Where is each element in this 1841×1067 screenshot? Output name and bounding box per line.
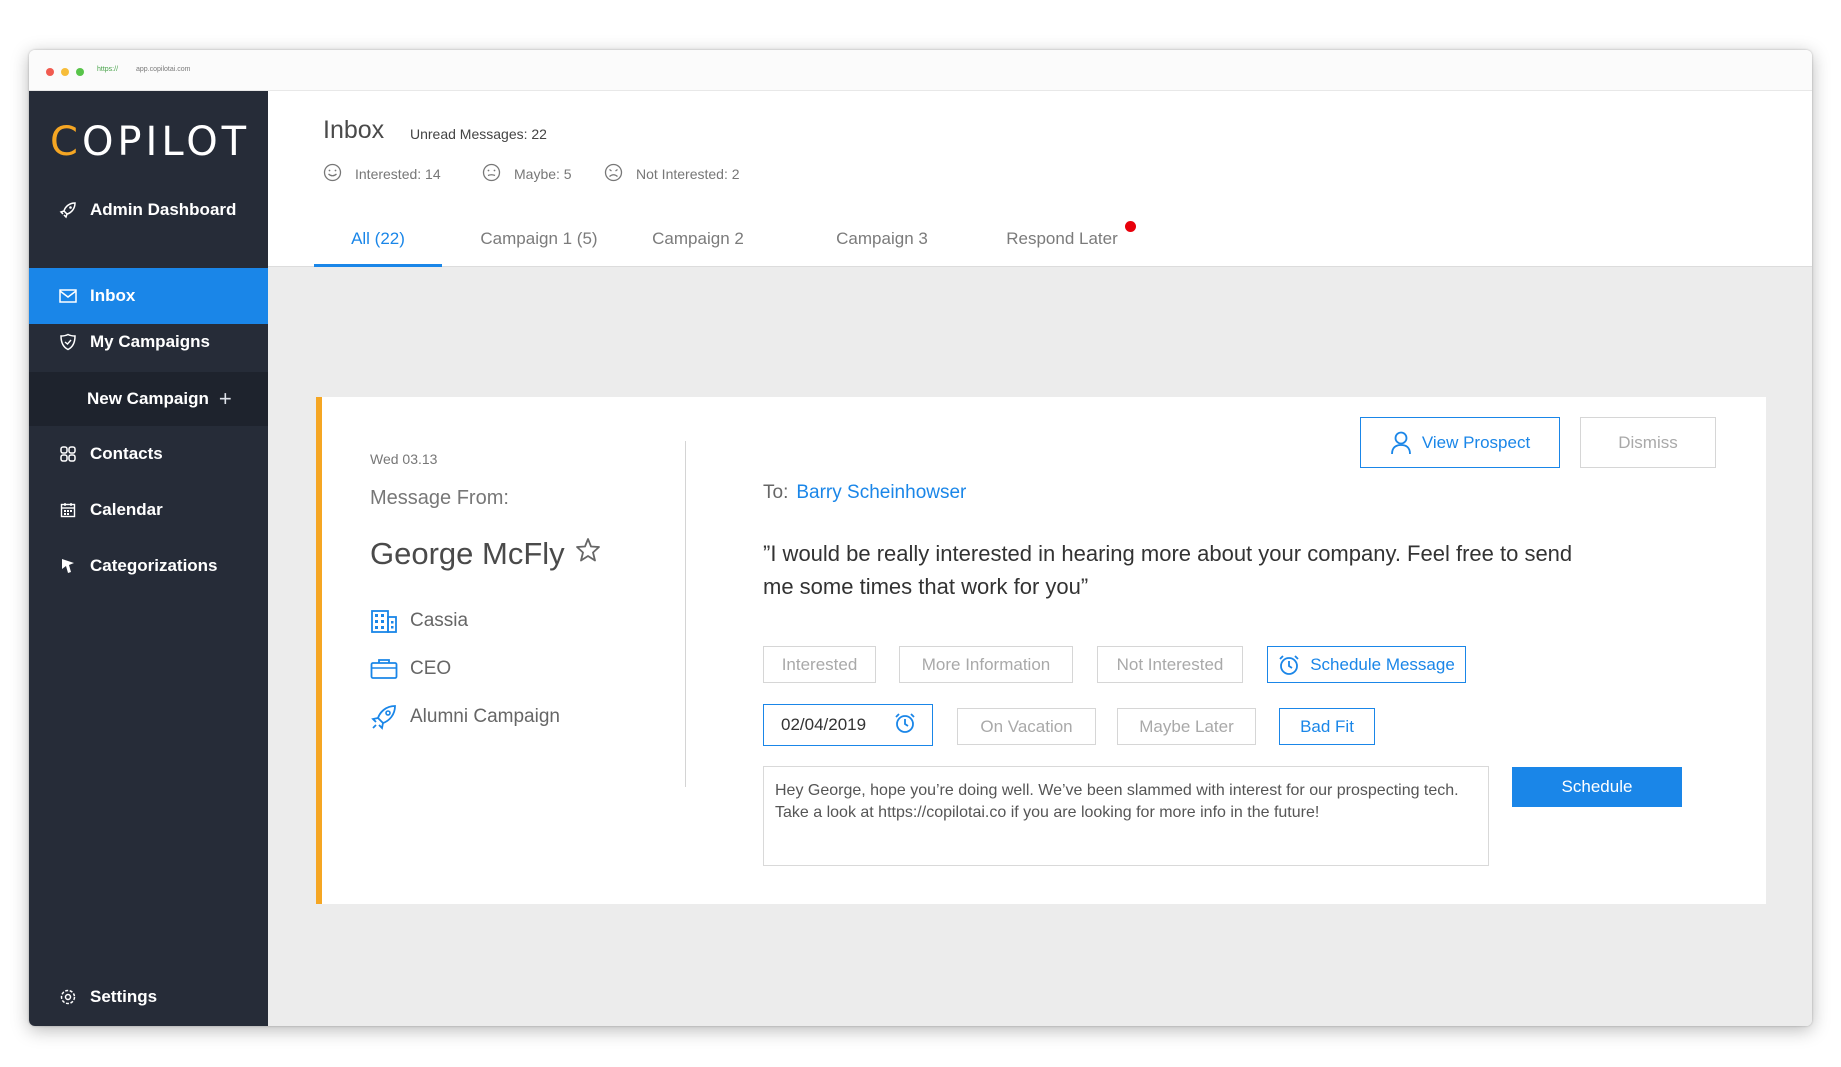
rocket-icon [58, 200, 78, 220]
maximize-window-button[interactable] [76, 68, 84, 76]
sidebar-item-label: Inbox [90, 286, 136, 305]
stat-label: Interested: 14 [355, 166, 441, 182]
stat-label: Not Interested: 2 [636, 166, 740, 182]
interested-button[interactable]: Interested [763, 646, 876, 683]
new-campaign-label: New Campaign [87, 389, 209, 408]
sender-title: CEO [370, 655, 451, 683]
job-title: CEO [410, 658, 452, 679]
schedule-message-label: Schedule Message [1310, 654, 1455, 674]
not-interested-button[interactable]: Not Interested [1097, 646, 1243, 683]
bad-fit-button[interactable]: Bad Fit [1279, 708, 1375, 745]
logo-rest: OPILOT [81, 119, 251, 165]
alarm-clock-icon[interactable] [894, 712, 916, 739]
rocket-icon [370, 703, 398, 731]
sender-name-text: George McFly [370, 536, 565, 571]
shield-icon [58, 332, 78, 352]
sidebar-item-contacts[interactable]: Contacts [29, 426, 268, 482]
sidebar-item-settings[interactable]: Settings [29, 969, 268, 1025]
schedule-date-picker[interactable]: 02/04/2019 [763, 704, 933, 746]
smile-icon [323, 163, 342, 185]
frown-icon [604, 163, 623, 185]
sidebar: COPILOT Admin Dashboard Inbox My Campaig… [29, 91, 268, 1026]
sidebar-item-admin-dashboard[interactable]: Admin Dashboard [29, 182, 268, 238]
sidebar-item-label: Categorizations [90, 556, 218, 575]
building-icon [370, 607, 398, 635]
sidebar-item-my-campaigns[interactable]: My Campaigns [29, 314, 268, 370]
plus-icon: + [218, 386, 232, 411]
url-protocol[interactable]: https:// [97, 66, 118, 73]
stat-interested: Interested: 14 [323, 163, 441, 185]
sender-name: George McFly [370, 536, 602, 572]
minimize-window-button[interactable] [61, 68, 69, 76]
dismiss-button[interactable]: Dismiss [1580, 417, 1716, 468]
neutral-face-icon [482, 163, 501, 185]
user-icon [1390, 431, 1412, 455]
briefcase-icon [370, 655, 398, 683]
sender-company: Cassia [370, 607, 468, 635]
notification-dot [1125, 221, 1136, 232]
unread-count: Unread Messages: 22 [410, 126, 547, 142]
schedule-button[interactable]: Schedule [1512, 767, 1682, 807]
tab-campaign-3[interactable]: Campaign 3 [818, 226, 946, 267]
calendar-icon [58, 500, 78, 520]
schedule-date-value: 02/04/2019 [781, 715, 867, 734]
message-from-label: Message From: [370, 487, 509, 509]
browser-window: https:// app.copilotai.com COPILOT Admin… [29, 50, 1812, 1026]
tab-campaign-1[interactable]: Campaign 1 (5) [471, 226, 607, 267]
view-prospect-label: View Prospect [1421, 432, 1531, 452]
stat-maybe: Maybe: 5 [482, 163, 572, 185]
sidebar-item-label: Admin Dashboard [90, 200, 237, 219]
maybe-later-button[interactable]: Maybe Later [1117, 708, 1256, 745]
sidebar-item-label: Settings [90, 987, 158, 1006]
sidebar-item-label: Contacts [90, 444, 163, 463]
view-prospect-button[interactable]: View Prospect [1360, 417, 1560, 468]
envelope-icon [58, 286, 78, 306]
message-card: Wed 03.13 Message From: George McFly Cas… [316, 397, 1766, 904]
campaign-name: Alumni Campaign [410, 706, 560, 727]
star-icon[interactable] [574, 536, 602, 572]
sidebar-item-label: Calendar [90, 500, 163, 519]
on-vacation-button[interactable]: On Vacation [957, 708, 1096, 745]
message-quote: ”I would be really interested in hearing… [763, 541, 1573, 599]
message-date: Wed 03.13 [370, 451, 438, 467]
browser-chrome: https:// app.copilotai.com [29, 50, 1812, 91]
tab-all[interactable]: All (22) [314, 226, 442, 267]
recipient-line: To: Barry Scheinhowser [763, 482, 966, 504]
company-name: Cassia [410, 610, 469, 631]
sidebar-item-categorizations[interactable]: Categorizations [29, 538, 268, 594]
logo-first-letter: C [50, 119, 82, 165]
reply-textarea[interactable]: Hey George, hope you’re doing well. We’v… [763, 766, 1489, 866]
to-label: To: [763, 482, 789, 503]
card-divider [685, 441, 686, 787]
close-window-button[interactable] [46, 68, 54, 76]
tab-campaign-2[interactable]: Campaign 2 [634, 226, 762, 267]
gear-icon [58, 987, 78, 1007]
stat-not-interested: Not Interested: 2 [604, 163, 740, 185]
page-title: Inbox [323, 116, 385, 144]
pin-icon [58, 556, 78, 576]
copilot-logo[interactable]: COPILOT [50, 119, 250, 165]
stat-label: Maybe: 5 [514, 166, 572, 182]
sidebar-item-label: My Campaigns [90, 332, 210, 351]
url-host[interactable]: app.copilotai.com [136, 66, 190, 73]
alarm-clock-icon [1278, 654, 1300, 676]
recipient-name[interactable]: Barry Scheinhowser [796, 482, 966, 503]
sidebar-item-calendar[interactable]: Calendar [29, 482, 268, 538]
sender-campaign: Alumni Campaign [370, 703, 560, 731]
main-content: Inbox Unread Messages: 22 Interested: 14… [268, 91, 1812, 1026]
sidebar-item-new-campaign[interactable]: New Campaign + [29, 372, 268, 426]
more-information-button[interactable]: More Information [899, 646, 1073, 683]
inbox-header: Inbox Unread Messages: 22 Interested: 14… [268, 91, 1812, 267]
tab-respond-later[interactable]: Respond Later [994, 226, 1130, 267]
schedule-message-button[interactable]: Schedule Message [1267, 646, 1466, 683]
contacts-icon [58, 444, 78, 464]
